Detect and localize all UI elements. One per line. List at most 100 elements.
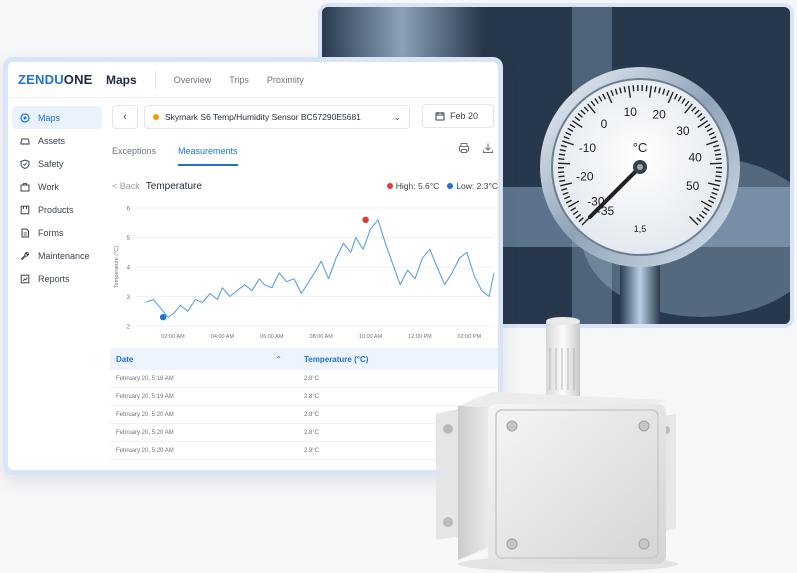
cell-date: February 20, 5:20 AM xyxy=(116,411,174,418)
sub-tabs: Exceptions Measurements xyxy=(112,142,498,166)
gauge-tick xyxy=(558,162,571,165)
y-tick-label: 4 xyxy=(127,266,131,272)
chart-icon xyxy=(20,274,30,283)
document-icon xyxy=(21,228,29,237)
wrench-icon xyxy=(20,251,29,260)
status-dot xyxy=(153,114,159,120)
sidebar-item-label: Products xyxy=(38,204,74,215)
sidebar-item-assets[interactable]: Assets xyxy=(12,129,102,152)
download-icon[interactable] xyxy=(482,142,494,154)
sidebar-item-label: Work xyxy=(38,181,59,192)
gauge-tick xyxy=(558,175,565,178)
sidebar-item-products[interactable]: Products xyxy=(12,198,102,221)
shield-icon xyxy=(20,158,30,169)
legend-high-label: High: 5.6°C xyxy=(395,181,440,191)
sidebar-item-label: Maps xyxy=(38,112,61,123)
sidebar: Maps Assets Safety Work Products Forms M… xyxy=(8,98,106,470)
briefcase-icon xyxy=(20,182,30,191)
sidebar-item-work[interactable]: Work xyxy=(12,175,102,198)
sensor-device-photo xyxy=(418,314,688,573)
x-tick-label: 06:00 AM xyxy=(260,334,284,340)
sidebar-item-label: Reports xyxy=(38,273,70,284)
column-date[interactable]: Date xyxy=(116,355,133,364)
gauge-tick xyxy=(715,157,722,160)
sensor-select[interactable]: Skymark S6 Temp/Humidity Sensor BC57290E… xyxy=(144,105,410,129)
sidebar-item-reports[interactable]: Reports xyxy=(12,267,102,290)
x-tick-label: 04:00 AM xyxy=(211,334,235,340)
tab-trips[interactable]: Trips xyxy=(229,75,249,85)
column-temperature[interactable]: Temperature (°C) xyxy=(300,355,368,364)
legend-low: Low: 2.3°C xyxy=(447,181,498,191)
tab-exceptions[interactable]: Exceptions xyxy=(112,142,156,166)
section-title: Maps xyxy=(106,69,156,90)
sidebar-item-label: Safety xyxy=(38,158,64,169)
gauge-label: -10 xyxy=(579,141,597,155)
y-tick-label: 3 xyxy=(127,295,131,301)
sensor-name: Skymark S6 Temp/Humidity Sensor BC57290E… xyxy=(165,112,361,122)
sidebar-item-label: Maintenance xyxy=(38,250,90,261)
gauge-tick xyxy=(714,153,722,156)
gauge-label: 0 xyxy=(601,117,608,131)
legend-low-dot xyxy=(447,183,454,189)
sidebar-item-maps[interactable]: Maps xyxy=(12,106,102,129)
gauge-label: 20 xyxy=(652,107,666,121)
chart-back-link[interactable]: < Back xyxy=(112,181,140,191)
chevron-left-icon: ‹ xyxy=(123,111,127,123)
top-bar: ZENDUONE Maps Overview Trips Proximity xyxy=(8,62,498,98)
gauge-tick xyxy=(709,162,722,165)
logo: ZENDUONE xyxy=(18,72,93,87)
high-point-marker xyxy=(362,216,369,223)
low-point-marker xyxy=(159,313,167,321)
gauge-tick xyxy=(715,175,722,178)
map-pin-icon xyxy=(20,112,30,123)
chart-legend: High: 5.6°C Low: 2.3°C xyxy=(386,181,498,191)
tab-proximity[interactable]: Proximity xyxy=(267,75,304,85)
tab-measurements[interactable]: Measurements xyxy=(178,142,238,166)
sort-icon[interactable]: ⌃ xyxy=(275,355,282,364)
cell-temperature: 2.8°C xyxy=(304,375,320,382)
gauge-label: 40 xyxy=(688,150,702,164)
gauge-label: 50 xyxy=(686,179,700,193)
chevron-down-icon: ⌄ xyxy=(393,111,401,122)
legend-low-label: Low: 2.3°C xyxy=(456,181,498,191)
cell-temperature: 2.8°C xyxy=(304,411,320,418)
sidebar-item-label: Forms xyxy=(38,227,64,238)
cell-date: February 20, 5:19 AM xyxy=(116,393,174,400)
gauge-label: 30 xyxy=(676,124,690,138)
sensor-bar: ‹ Skymark S6 Temp/Humidity Sensor BC5729… xyxy=(112,104,410,130)
sidebar-item-maintenance[interactable]: Maintenance xyxy=(12,244,102,267)
chart-header: < Back Temperature High: 5.6°C Low: 2.3°… xyxy=(112,178,498,194)
cell-temperature: 2.8°C xyxy=(304,393,320,400)
temperature-series-line xyxy=(145,219,495,318)
gauge-tick xyxy=(558,153,566,156)
chart-title: Temperature xyxy=(145,180,202,192)
printer-icon[interactable] xyxy=(458,142,470,154)
calendar-icon xyxy=(435,112,445,121)
date-label: Feb 20 xyxy=(450,111,479,121)
y-axis-label: Temperature (°C) xyxy=(114,246,120,288)
back-button[interactable]: ‹ xyxy=(112,105,138,129)
marketing-composite: -35 -30 -20 -10 0 10 20 30 40 50 °C 1,5 ZENDUONE … xyxy=(0,0,797,573)
legend-high: High: 5.6°C xyxy=(386,181,440,191)
y-tick-label: 2 xyxy=(127,325,131,331)
car-icon xyxy=(20,138,30,145)
y-tick-label: 5 xyxy=(127,236,131,242)
gauge-footer: 1,5 xyxy=(634,224,647,234)
legend-high-dot xyxy=(386,183,393,189)
top-tabs: Overview Trips Proximity xyxy=(174,75,304,85)
x-tick-label: 10:00 AM xyxy=(359,334,383,340)
tab-overview[interactable]: Overview xyxy=(174,75,212,85)
gauge-tick xyxy=(558,157,565,160)
date-picker-button[interactable]: Feb 20 xyxy=(422,104,494,128)
cell-temperature: 2.8°C xyxy=(304,429,320,436)
sidebar-item-label: Assets xyxy=(38,135,66,146)
cell-date: February 20, 5:20 AM xyxy=(116,429,174,436)
gauge-unit: °C xyxy=(633,140,648,155)
gauge-label: 10 xyxy=(624,105,638,119)
cell-date: February 20, 5:20 AM xyxy=(116,447,174,454)
sidebar-item-safety[interactable]: Safety xyxy=(12,152,102,175)
x-tick-label: 08:00 AM xyxy=(310,334,334,340)
box-icon xyxy=(20,205,30,214)
sidebar-item-forms[interactable]: Forms xyxy=(12,221,102,244)
gauge-label: -20 xyxy=(576,170,594,184)
